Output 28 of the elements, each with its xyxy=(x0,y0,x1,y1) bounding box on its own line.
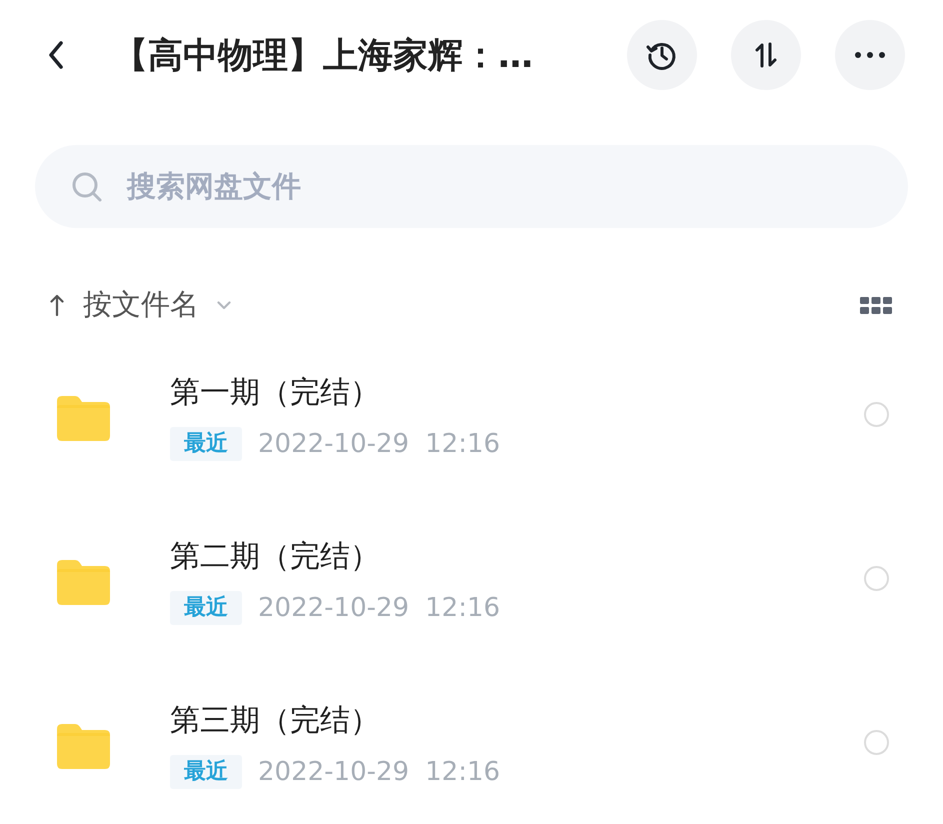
modified-date: 2022-10-29 xyxy=(258,593,410,623)
folder-name: 第二期（完结） xyxy=(170,539,380,575)
folder-icon xyxy=(57,724,110,768)
sort-by-name-button[interactable]: 按文件名 xyxy=(50,283,231,327)
select-radio[interactable] xyxy=(864,566,889,590)
modified-time: 12:16 xyxy=(425,429,500,459)
search-icon xyxy=(71,170,103,202)
select-radio[interactable] xyxy=(864,402,889,426)
back-button[interactable] xyxy=(47,40,65,70)
folder-icon xyxy=(57,396,110,440)
arrow-up-icon xyxy=(50,294,64,316)
more-icon xyxy=(855,52,885,58)
modified-time: 12:16 xyxy=(425,593,500,623)
select-radio[interactable] xyxy=(864,730,889,754)
modified-time: 12:16 xyxy=(425,757,500,787)
recent-tag: 最近 xyxy=(170,427,242,461)
sort-icon xyxy=(753,42,779,68)
chevron-down-icon xyxy=(217,300,231,310)
folder-name: 第三期（完结） xyxy=(170,703,380,739)
recent-tag: 最近 xyxy=(170,591,242,625)
folder-icon xyxy=(57,560,110,604)
grid-view-icon[interactable] xyxy=(860,296,892,314)
modified-date: 2022-10-29 xyxy=(258,429,410,459)
folder-name: 第一期（完结） xyxy=(170,375,380,411)
modified-date: 2022-10-29 xyxy=(258,757,410,787)
page-title: 【高中物理】上海家辉：… xyxy=(113,34,534,78)
back-icon xyxy=(47,40,65,70)
recent-tag: 最近 xyxy=(170,755,242,789)
